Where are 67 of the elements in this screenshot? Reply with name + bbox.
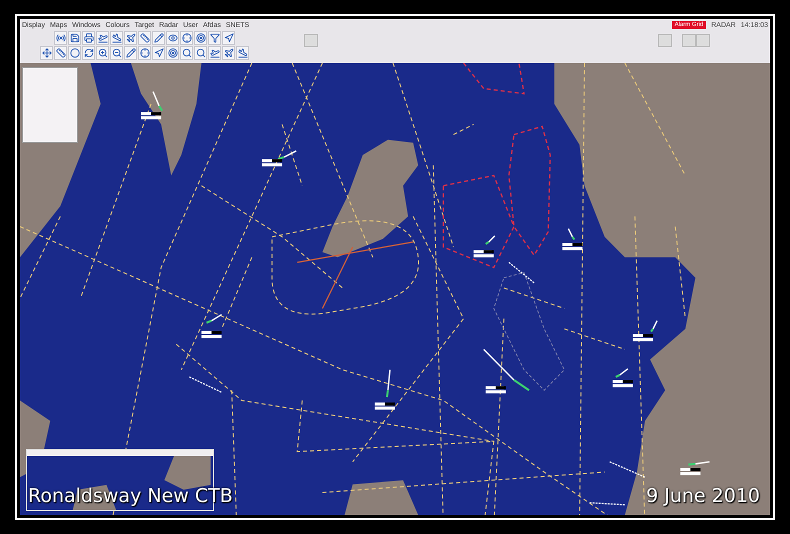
- aircraft-track[interactable]: [562, 228, 582, 250]
- aircraft-track[interactable]: [262, 150, 297, 166]
- toolbar-button[interactable]: [166, 46, 179, 60]
- search-icon: [196, 48, 206, 58]
- toolbar-button[interactable]: [82, 46, 95, 60]
- caption-date: 9 June 2010: [646, 485, 760, 507]
- plane-icon: [98, 33, 108, 43]
- toolbar-button[interactable]: [124, 31, 137, 45]
- toolbar-button[interactable]: [110, 31, 123, 45]
- plane-icon: [238, 48, 248, 58]
- toolbar-button[interactable]: [180, 31, 193, 45]
- plane-icon: [224, 48, 234, 58]
- move-icon: [42, 48, 52, 58]
- plane-icon: [112, 33, 122, 43]
- aircraft-track[interactable]: [140, 91, 163, 120]
- toolbar-button[interactable]: [96, 46, 109, 60]
- toolbar-button[interactable]: [208, 31, 221, 45]
- toolbar-button[interactable]: [96, 31, 109, 45]
- toolbar-button[interactable]: [68, 31, 81, 45]
- crosshair-icon: [182, 33, 192, 43]
- aircraft-track[interactable]: [632, 320, 658, 342]
- toolbar-button[interactable]: [138, 46, 151, 60]
- ruler-icon: [140, 33, 150, 43]
- eye-icon: [168, 33, 178, 43]
- toolbar-button[interactable]: [124, 46, 137, 60]
- radar-icon: [56, 33, 66, 43]
- arrow-icon: [154, 48, 164, 58]
- crosshair-icon: [140, 48, 150, 58]
- toolbar-button[interactable]: [68, 46, 81, 60]
- toolbar-button[interactable]: [54, 31, 67, 45]
- toolbar-button[interactable]: [208, 46, 221, 60]
- plane-icon: [126, 33, 136, 43]
- filter-icon: [210, 33, 220, 43]
- toolbar-button[interactable]: [236, 46, 249, 60]
- toolbar-button[interactable]: [54, 46, 67, 60]
- aircraft-track[interactable]: [474, 235, 496, 258]
- refresh-icon: [84, 48, 94, 58]
- toolbar-button[interactable]: [110, 46, 123, 60]
- aircraft-track[interactable]: [680, 461, 710, 476]
- toolbar-button[interactable]: [152, 31, 165, 45]
- toolbar-button[interactable]: [40, 46, 53, 60]
- aircraft-track[interactable]: [483, 348, 530, 394]
- target-icon: [196, 33, 206, 43]
- toolbar-button[interactable]: [82, 31, 95, 45]
- toolbar-button[interactable]: [138, 31, 151, 45]
- target-icon: [168, 48, 178, 58]
- toolbar-button[interactable]: [152, 46, 165, 60]
- zoom-out-icon: [112, 48, 122, 58]
- aircraft-track[interactable]: [374, 370, 395, 410]
- toolbar-button[interactable]: [222, 46, 235, 60]
- circle-icon: [70, 48, 80, 58]
- plane-icon: [210, 48, 220, 58]
- toolbar-button[interactable]: [166, 31, 179, 45]
- arrow-icon: [224, 33, 234, 43]
- pencil-icon: [154, 33, 164, 43]
- search-icon: [182, 48, 192, 58]
- ruler-icon: [56, 48, 66, 58]
- toolbar-button[interactable]: [222, 31, 235, 45]
- toolbar-button[interactable]: [180, 46, 193, 60]
- aircraft-track[interactable]: [612, 368, 633, 388]
- pencil-icon: [126, 48, 136, 58]
- aircraft-track[interactable]: [201, 314, 222, 338]
- printer-icon: [84, 33, 94, 43]
- save-icon: [70, 33, 80, 43]
- zoom-in-icon: [98, 48, 108, 58]
- toolbar-button[interactable]: [194, 46, 207, 60]
- toolbar-button[interactable]: [194, 31, 207, 45]
